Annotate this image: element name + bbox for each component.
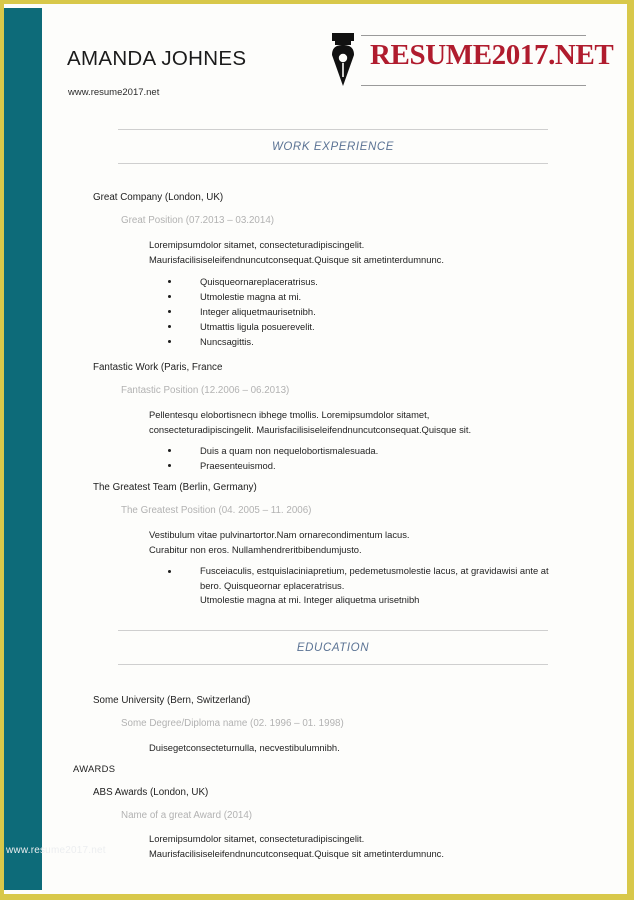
logo-text: RESUME2017.NET <box>370 39 614 71</box>
awards-section-label: AWARDS <box>73 763 116 774</box>
pen-nib-icon <box>332 33 354 86</box>
resume-sheet: AMANDA JOHNES www.resume2017.net RESUME2… <box>42 8 625 892</box>
resume-header: AMANDA JOHNES www.resume2017.net RESUME2… <box>42 8 625 120</box>
list-item: Utmattis ligula posuerevelit. <box>168 319 318 334</box>
candidate-website[interactable]: www.resume2017.net <box>68 87 159 98</box>
entry-body-line: Loremipsumdolor sitamet, consecteturadip… <box>149 239 365 250</box>
entry-role: Some Degree/Diploma name (02. 1996 – 01.… <box>121 718 344 729</box>
logo-rule-bottom <box>361 85 586 86</box>
list-item: Integer aliquetmaurisetnibh. <box>168 304 318 319</box>
candidate-name: AMANDA JOHNES <box>67 47 247 70</box>
entry-bullet-list: Duis a quam non nequelobortismalesuada. … <box>168 443 378 473</box>
teal-sidebar-accent <box>4 8 42 890</box>
list-item: Praesenteuismod. <box>168 458 378 473</box>
list-item-line: Fusceiaculis, estquislaciniapretium, ped… <box>200 565 549 576</box>
entry-organization: ABS Awards (London, UK) <box>93 787 209 798</box>
entry-body: Duisegetconsecteturnulla, necvestibulumn… <box>149 741 340 756</box>
section-header-education: EDUCATION <box>118 630 548 665</box>
entry-body-line: Duisegetconsecteturnulla, necvestibulumn… <box>149 742 340 753</box>
entry-body-line: Curabitur non eros. Nullamhendreritbiben… <box>149 543 362 555</box>
page-watermark: www.resume2017.net <box>6 845 106 856</box>
entry-organization: Great Company (London, UK) <box>93 192 224 203</box>
entry-body: Vestibulum vitae pulvinartortor.Nam orna… <box>149 528 410 557</box>
entry-body-line: Pellentesqu elobortisnecn ibhege tmollis… <box>149 409 430 420</box>
entry-body-line: Vestibulum vitae pulvinartortor.Nam orna… <box>149 529 410 540</box>
list-item-line: Utmolestie magna at mi. Integer aliquetm… <box>200 594 420 605</box>
section-rule-bottom <box>118 163 548 164</box>
list-item: Fusceiaculis, estquislaciniapretium, ped… <box>168 564 549 608</box>
section-rule-bottom <box>118 664 548 665</box>
entry-role: Name of a great Award (2014) <box>121 810 253 821</box>
entry-bullet-list: Fusceiaculis, estquislaciniapretium, ped… <box>168 564 549 608</box>
list-item: Utmolestie magna at mi. <box>168 289 318 304</box>
entry-bullet-list: Quisqueornareplaceratrisus. Utmolestie m… <box>168 274 318 349</box>
list-item: Quisqueornareplaceratrisus. <box>168 274 318 289</box>
section-title: EDUCATION <box>296 642 370 654</box>
resume-page: AMANDA JOHNES www.resume2017.net RESUME2… <box>0 0 634 900</box>
entry-body-line: consecteturadipiscingelit. Maurisfacilis… <box>149 423 472 435</box>
entry-body-line: Maurisfacilisiseleifendnuncutconsequat.Q… <box>149 847 444 859</box>
entry-body: Loremipsumdolor sitamet, consecteturadip… <box>149 832 444 861</box>
entry-role: Fantastic Position (12.2006 – 06.2013) <box>121 385 290 396</box>
entry-body: Pellentesqu elobortisnecn ibhege tmollis… <box>149 408 471 437</box>
entry-organization: Fantastic Work (Paris, France <box>93 362 223 373</box>
list-item: Duis a quam non nequelobortismalesuada. <box>168 443 378 458</box>
entry-role: The Greatest Position (04. 2005 – 11. 20… <box>121 505 312 516</box>
site-logo: RESUME2017.NET <box>326 30 614 90</box>
entry-body: Loremipsumdolor sitamet, consecteturadip… <box>149 238 444 267</box>
section-header-work-experience: WORK EXPERIENCE <box>118 129 548 164</box>
entry-organization: The Greatest Team (Berlin, Germany) <box>93 482 257 493</box>
entry-body-line: Loremipsumdolor sitamet, consecteturadip… <box>149 833 365 844</box>
list-item-line: bero. Quisqueornar eplaceratrisus. <box>200 579 345 591</box>
entry-body-line: Maurisfacilisiseleifendnuncutconsequat.Q… <box>149 253 444 265</box>
logo-rule-top <box>361 35 586 36</box>
entry-role: Great Position (07.2013 – 03.2014) <box>121 215 275 226</box>
entry-organization: Some University (Bern, Switzerland) <box>93 695 251 706</box>
list-item: Nuncsagittis. <box>168 334 318 349</box>
section-title: WORK EXPERIENCE <box>271 141 395 153</box>
